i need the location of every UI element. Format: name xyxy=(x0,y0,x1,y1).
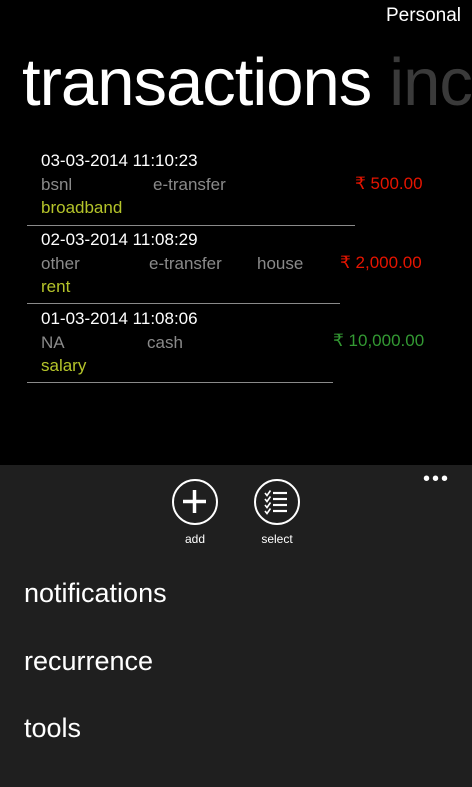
transaction-tag: house xyxy=(257,254,304,273)
application-bar: ••• add select notifications recurrence … xyxy=(0,465,472,787)
transaction-mode: e-transfer xyxy=(153,175,226,194)
transaction-mode: cash xyxy=(147,333,183,352)
menu-item-recurrence[interactable]: recurrence xyxy=(24,646,153,677)
transaction-amount: ₹ 500.00 xyxy=(355,174,423,193)
select-button-label: select xyxy=(261,532,293,546)
plus-icon xyxy=(172,479,218,525)
transaction-divider xyxy=(27,382,333,383)
transaction-date: 03-03-2014 11:10:23 xyxy=(41,151,198,170)
pivot-title-next[interactable]: inc xyxy=(389,40,472,126)
add-button[interactable]: add xyxy=(165,479,225,546)
transaction-payee: NA xyxy=(41,333,65,352)
transaction-divider xyxy=(27,225,355,226)
transaction-amount: ₹ 2,000.00 xyxy=(340,253,422,272)
menu-item-notifications[interactable]: notifications xyxy=(24,578,167,609)
transaction-category: rent xyxy=(41,277,71,296)
checklist-icon xyxy=(254,479,300,525)
transaction-payee: other xyxy=(41,254,80,273)
more-options-icon[interactable]: ••• xyxy=(423,469,450,489)
account-name: Personal xyxy=(386,5,461,26)
transaction-category: salary xyxy=(41,356,87,375)
pivot-title-transactions[interactable]: transactions xyxy=(22,40,372,126)
transaction-date: 01-03-2014 11:08:06 xyxy=(41,309,198,328)
transaction-category: broadband xyxy=(41,198,123,217)
transaction-divider xyxy=(27,303,340,304)
pivot-header: transactions inc xyxy=(22,40,472,130)
menu-item-tools[interactable]: tools xyxy=(24,713,81,744)
transaction-payee: bsnl xyxy=(41,175,73,194)
transaction-mode: e-transfer xyxy=(149,254,222,273)
select-button[interactable]: select xyxy=(247,479,307,546)
transaction-amount: ₹ 10,000.00 xyxy=(333,331,425,350)
transaction-date: 02-03-2014 11:08:29 xyxy=(41,230,198,249)
add-button-label: add xyxy=(184,532,206,546)
